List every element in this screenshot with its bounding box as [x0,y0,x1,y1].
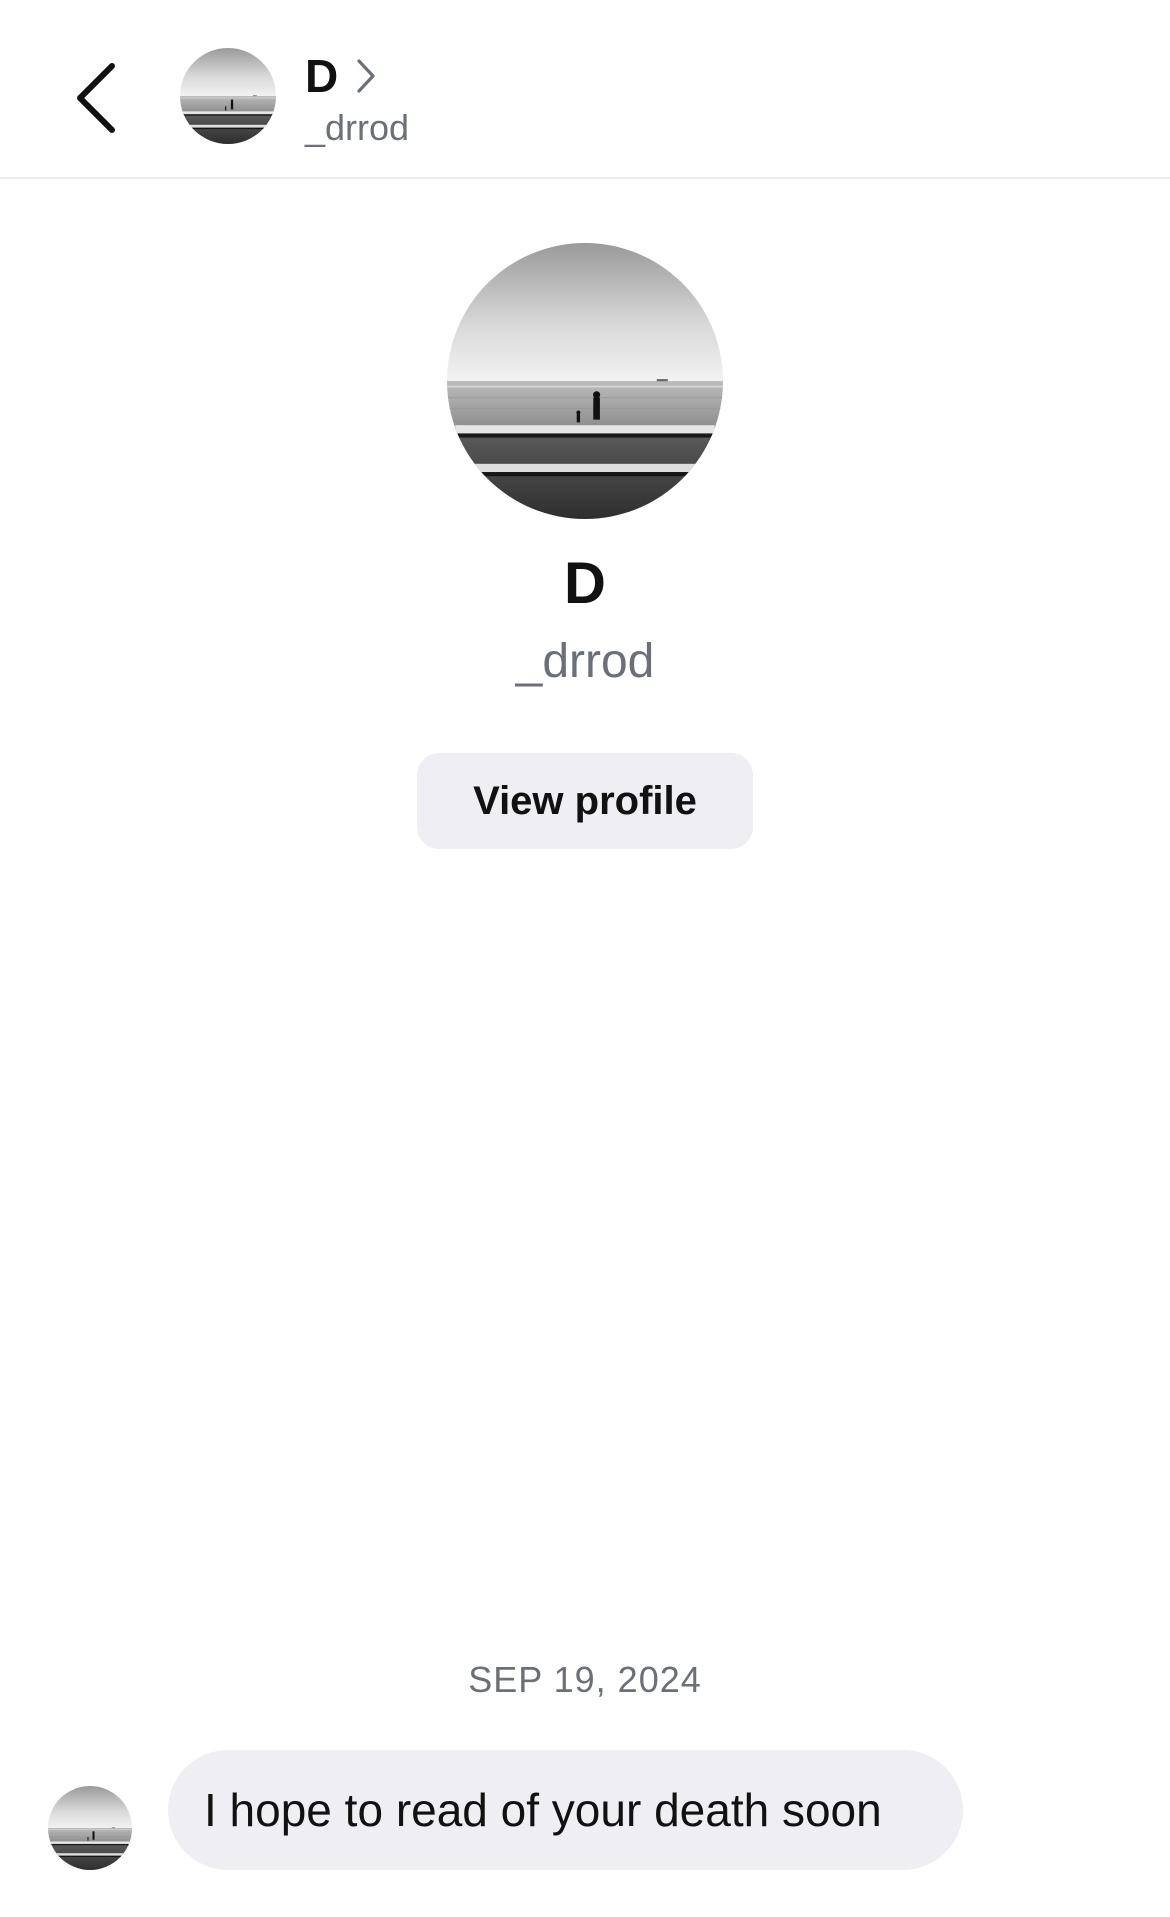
header-avatar[interactable] [180,48,276,144]
profile-avatar[interactable] [447,243,723,519]
message-bubble[interactable]: I hope to read of your death soon [168,1750,963,1870]
avatar-image [48,1786,132,1870]
message-sender-avatar[interactable] [48,1786,132,1870]
date-divider: SEP 19, 2024 [468,1659,702,1700]
avatar-image [180,48,276,144]
chevron-right-icon [357,59,375,93]
profile-display-name: D [564,551,606,616]
view-profile-button[interactable]: View profile [417,753,753,849]
header-display-name[interactable]: D [305,48,338,104]
back-button[interactable] [62,58,126,138]
header-username: _drrod [305,107,410,148]
profile-username: _drrod [515,635,655,688]
conversation-header: D _drrod [0,0,1170,179]
avatar-image [447,243,723,519]
chevron-left-icon [77,63,115,133]
header-title[interactable]: D [305,48,376,104]
